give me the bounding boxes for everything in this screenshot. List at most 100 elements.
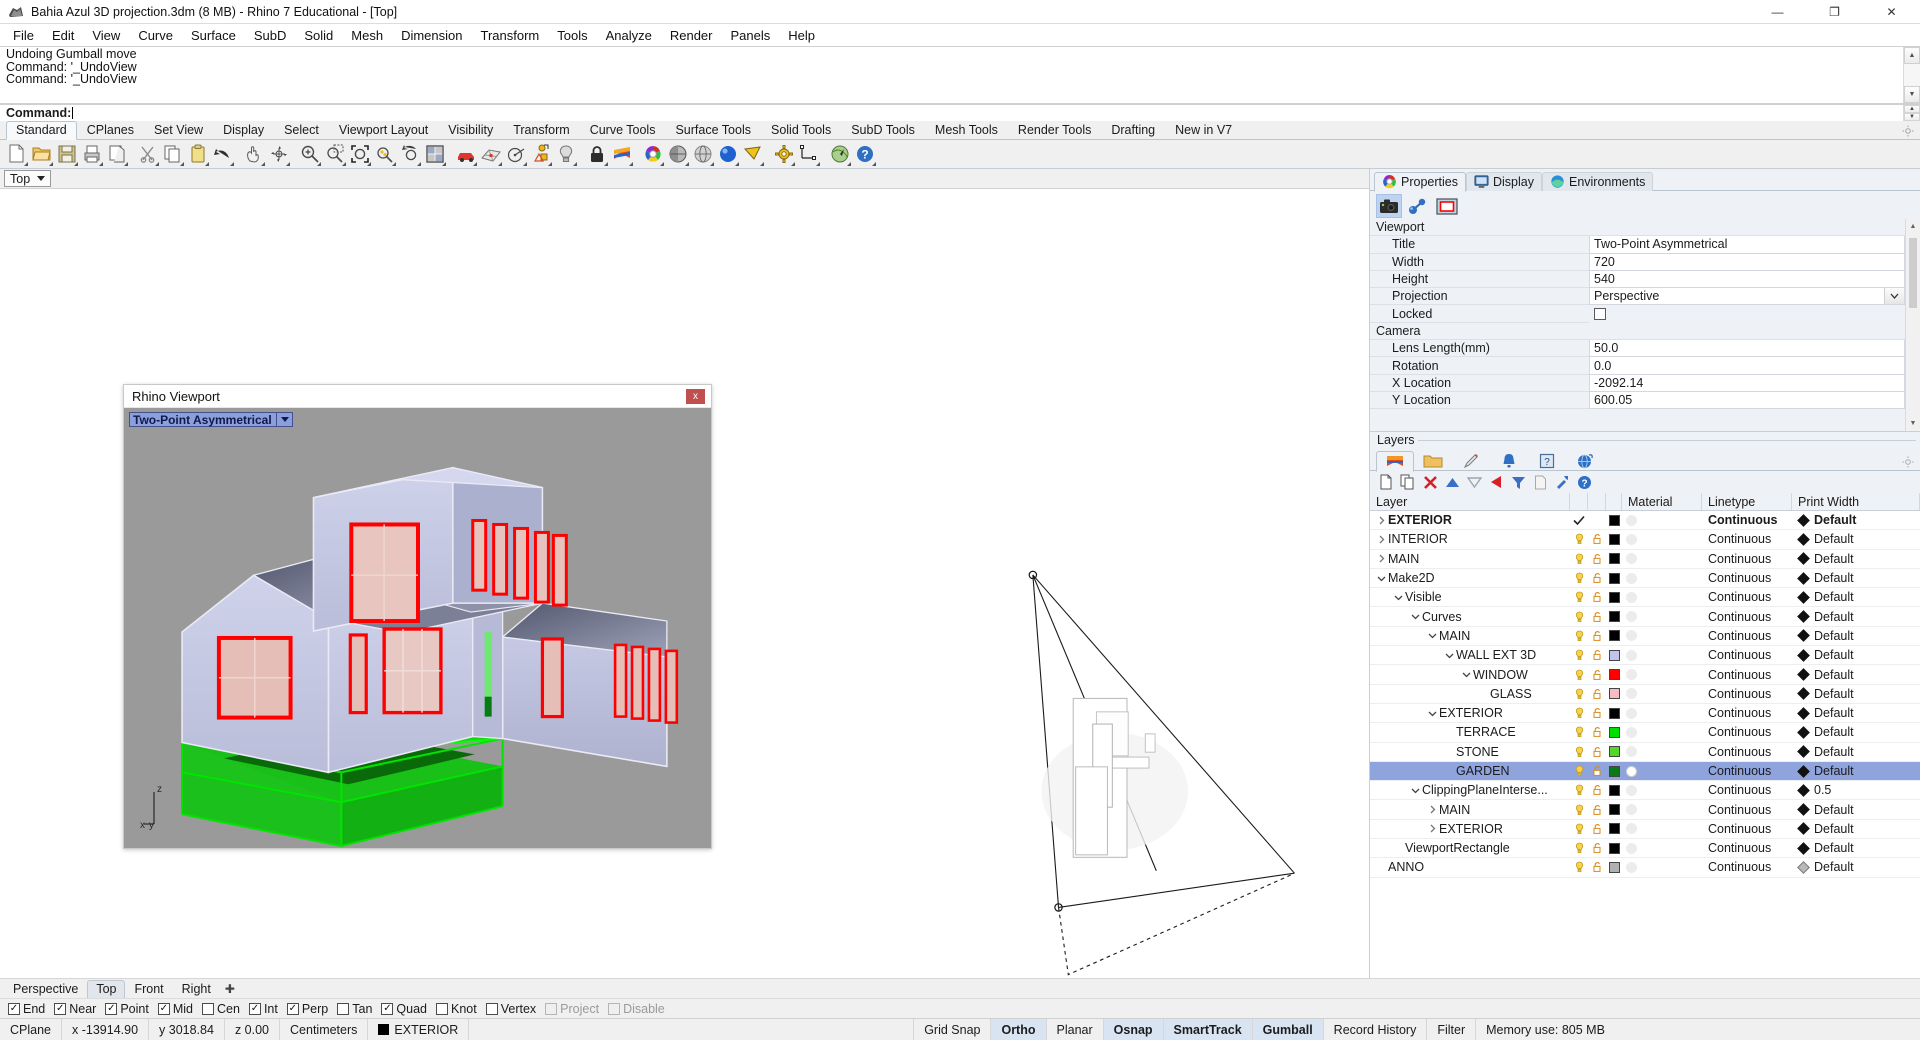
layer-material-swatch[interactable] [1626,592,1637,603]
dimension-icon[interactable] [796,142,821,167]
layer-material-cell[interactable] [1622,534,1702,545]
layer-color-cell[interactable] [1606,573,1622,584]
ghosted-sphere-icon[interactable] [690,142,715,167]
layer-name-cell[interactable]: WALL EXT 3D [1370,648,1570,662]
layer-printwidth-cell[interactable]: Default [1814,571,1920,585]
layer-lock-icon[interactable] [1592,746,1603,758]
layer-visibility-bulb-icon[interactable] [1574,533,1585,545]
layer-material-swatch[interactable] [1626,823,1637,834]
layer-name-cell[interactable]: ViewportRectangle [1370,841,1570,855]
panel-tab-properties[interactable]: Properties [1374,172,1466,192]
layer-name-cell[interactable]: INTERIOR [1370,532,1570,546]
layer-lock-icon[interactable] [1592,533,1603,545]
layer-material-cell[interactable] [1622,611,1702,622]
layer-row[interactable]: ClippingPlaneInterse...Continuous0.5 [1370,781,1920,800]
layer-row[interactable]: CurvesContinuousDefault [1370,607,1920,626]
status-x-coordinate[interactable]: x -13914.90 [62,1019,149,1040]
status-toggle-planar[interactable]: Planar [1047,1019,1104,1040]
layer-lock-cell[interactable] [1588,707,1606,719]
new-file-icon[interactable] [4,142,29,167]
layer-material-cell[interactable] [1622,843,1702,854]
scroll-up-arrow-icon[interactable]: ▲ [1906,219,1920,234]
layer-material-swatch[interactable] [1626,843,1637,854]
toolbar-tab-new-in-v7[interactable]: New in V7 [1165,121,1242,139]
layer-color-swatch[interactable] [1609,553,1620,564]
layer-printwidth-swatch-cell[interactable] [1792,670,1814,679]
osnap-mid[interactable]: ✓Mid [155,1002,196,1016]
layer-color-swatch[interactable] [1609,688,1620,699]
layer-name-cell[interactable]: GARDEN [1370,764,1570,778]
status-current-layer[interactable]: EXTERIOR [368,1019,469,1040]
layer-linetype-cell[interactable]: Continuous [1702,725,1792,739]
toolbar-tab-surface-tools[interactable]: Surface Tools [665,121,761,139]
layer-properties-icon[interactable] [1530,472,1550,492]
osnap-project[interactable]: Project [542,1002,602,1016]
layer-printwidth-swatch-cell[interactable] [1792,805,1814,814]
layer-linetype-cell[interactable]: Continuous [1702,532,1792,546]
layer-printwidth-swatch-cell[interactable] [1792,767,1814,776]
osnap-perp[interactable]: ✓Perp [284,1002,331,1016]
layer-material-swatch[interactable] [1626,688,1637,699]
gears-render-icon[interactable] [771,142,796,167]
layer-linetype-cell[interactable]: Continuous [1702,610,1792,624]
layer-linetype-cell[interactable]: Continuous [1702,552,1792,566]
column-header-visibility[interactable] [1570,493,1588,510]
menu-item-render[interactable]: Render [661,26,722,45]
property-value-combo[interactable]: Perspective [1589,288,1905,305]
osnap-vertex[interactable]: Vertex [483,1002,539,1016]
layer-printwidth-cell[interactable]: 0.5 [1814,783,1920,797]
property-value-field[interactable]: Two-Point Asymmetrical [1589,236,1905,253]
layer-visibility-cell[interactable] [1570,669,1588,681]
layer-visibility-cell[interactable] [1570,591,1588,603]
checkbox-icon[interactable]: ✓ [249,1003,261,1015]
zoom-previous-icon[interactable] [397,142,422,167]
toolbar-tab-mesh-tools[interactable]: Mesh Tools [925,121,1008,139]
bell-tab-icon[interactable] [1490,450,1528,471]
toolbar-tab-set-view[interactable]: Set View [144,121,213,139]
layer-material-swatch[interactable] [1626,573,1637,584]
column-header-layer[interactable]: Layer [1370,493,1570,510]
layer-color-swatch[interactable] [1609,727,1620,738]
drawing-canvas[interactable]: Rhino Viewport x Two-Point Asymmetrical [0,189,1369,978]
menu-item-edit[interactable]: Edit [43,26,83,45]
layer-visibility-cell[interactable] [1570,726,1588,738]
circle-radius-icon[interactable] [503,142,528,167]
layer-linetype-cell[interactable]: Continuous [1702,860,1792,874]
status-toggle-smarttrack[interactable]: SmartTrack [1164,1019,1253,1040]
toolbar-tab-drafting[interactable]: Drafting [1101,121,1165,139]
zoom-dynamic-icon[interactable] [322,142,347,167]
layer-row[interactable]: GLASSContinuousDefault [1370,685,1920,704]
layer-material-cell[interactable] [1622,688,1702,699]
layer-name-cell[interactable]: GLASS [1370,687,1570,701]
layer-name-cell[interactable]: TERRACE [1370,725,1570,739]
layer-printwidth-cell[interactable]: Default [1814,532,1920,546]
layer-color-cell[interactable] [1606,650,1622,661]
toolbar-tab-standard[interactable]: Standard [6,121,77,140]
checkbox-icon[interactable]: ✓ [287,1003,299,1015]
layer-linetype-cell[interactable]: Continuous [1702,745,1792,759]
layer-material-cell[interactable] [1622,573,1702,584]
layer-expand-twisty-icon[interactable] [1408,612,1422,621]
layer-linetype-cell[interactable]: Continuous [1702,803,1792,817]
copy-layer-icon[interactable] [1398,472,1418,492]
scroll-track[interactable] [1904,64,1920,86]
layer-printwidth-cell[interactable]: Default [1814,764,1920,778]
view-tab-top[interactable]: Top [87,980,125,998]
help-icon[interactable]: ? [1574,472,1594,492]
save-icon[interactable] [54,142,79,167]
layer-visibility-cell[interactable] [1570,515,1588,526]
layer-name-cell[interactable]: EXTERIOR [1370,822,1570,836]
object-chain-icon[interactable] [1405,194,1431,218]
layer-lock-icon[interactable] [1592,726,1603,738]
status-y-coordinate[interactable]: y 3018.84 [149,1019,225,1040]
property-value-field[interactable]: 720 [1589,254,1905,271]
layer-expand-twisty-icon[interactable] [1425,805,1439,814]
layer-visibility-bulb-icon[interactable] [1574,726,1585,738]
checkbox-icon[interactable] [486,1003,498,1015]
toolbar-tab-visibility[interactable]: Visibility [438,121,503,139]
light-bulb-icon[interactable] [553,142,578,167]
layer-row[interactable]: WINDOWContinuousDefault [1370,665,1920,684]
menu-item-view[interactable]: View [83,26,129,45]
checkbox-icon[interactable] [608,1003,620,1015]
layer-printwidth-swatch-cell[interactable] [1792,593,1814,602]
